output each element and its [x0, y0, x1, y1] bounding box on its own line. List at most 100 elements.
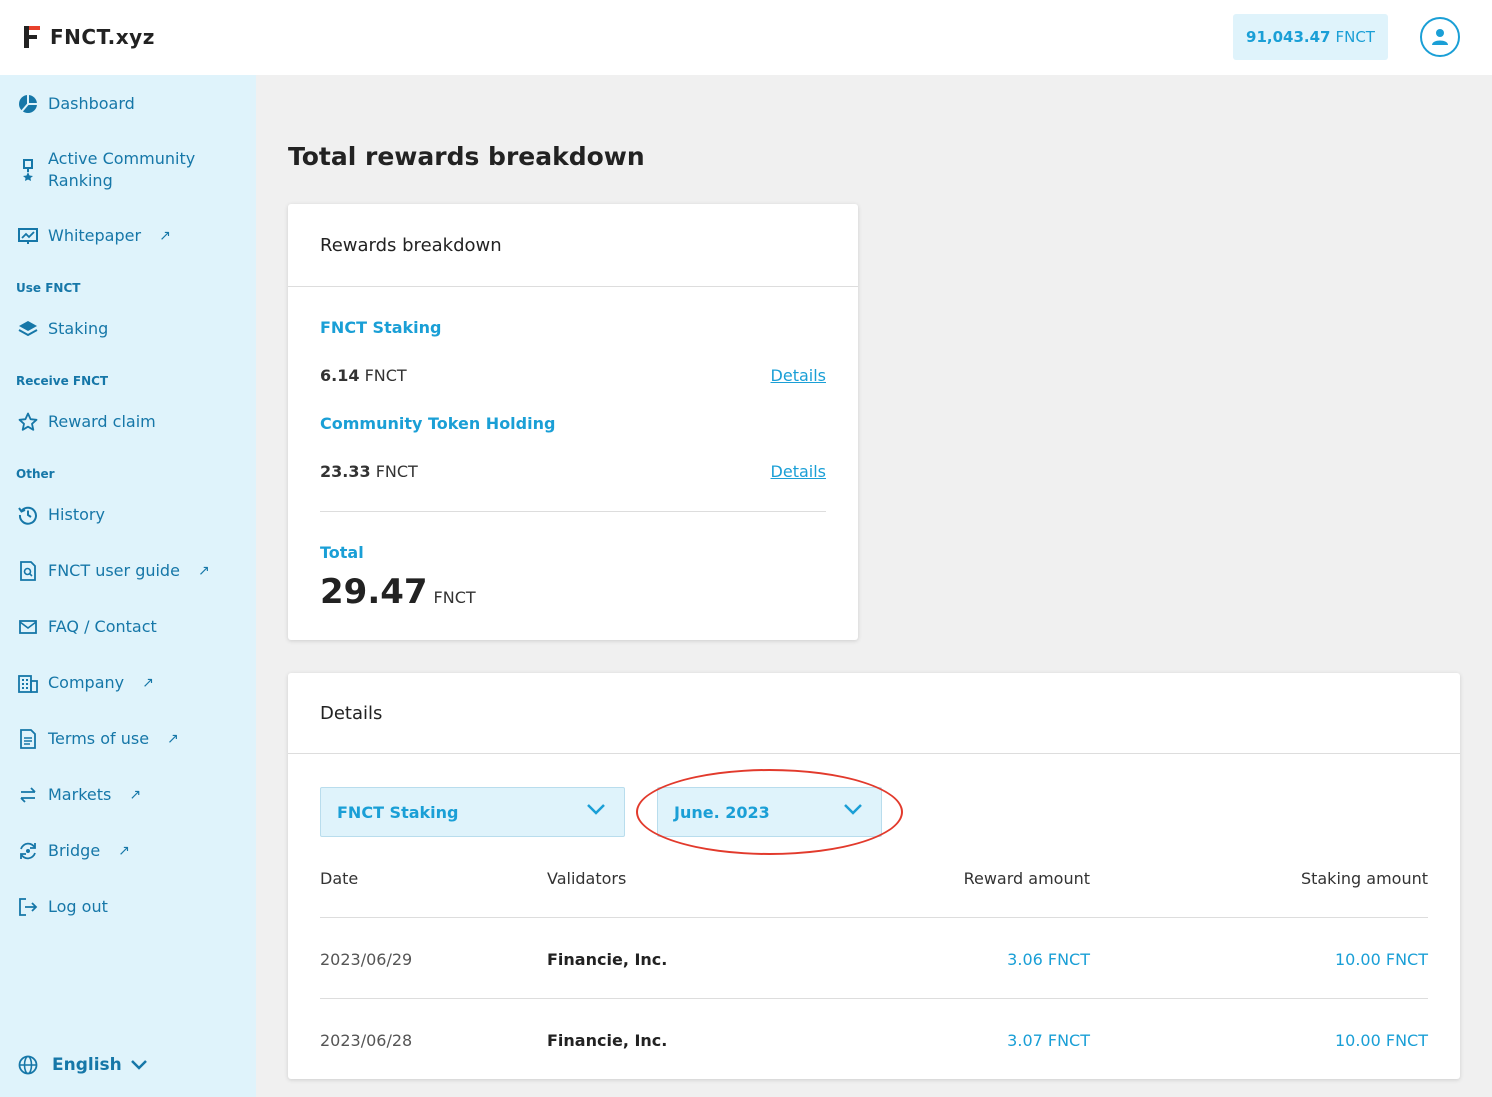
- external-link-icon: ↗: [129, 787, 142, 803]
- pie-chart-icon: [18, 93, 38, 115]
- sidebar-item-logout[interactable]: Log out: [18, 896, 108, 918]
- card-heading: Rewards breakdown: [288, 204, 858, 287]
- holding-amount: 23.33: [320, 462, 371, 481]
- user-icon: [1432, 29, 1448, 45]
- logout-icon: [18, 896, 38, 918]
- column-header-staking: Staking amount: [1300, 869, 1428, 888]
- staking-label: FNCT Staking: [320, 318, 442, 337]
- sidebar-item-label: Whitepaper: [48, 226, 142, 245]
- history-icon: [18, 504, 38, 526]
- document-icon: [18, 728, 38, 750]
- fnct-logo-icon: [24, 26, 40, 48]
- external-link-icon: ↗: [167, 731, 179, 747]
- sidebar-item-bridge[interactable]: Bridge ↗: [18, 840, 130, 862]
- row-staking: 10.00 FNCT: [1334, 1031, 1428, 1050]
- sidebar: Dashboard Active Community Ranking White…: [0, 75, 256, 1097]
- chevron-down-icon: [587, 804, 605, 815]
- sidebar-item-label: Markets: [48, 785, 112, 804]
- section-label-receive: Receive FNCT: [16, 374, 109, 388]
- table-divider: [320, 917, 1428, 918]
- sidebar-item-history[interactable]: History: [18, 504, 105, 526]
- row-date: 2023/06/29: [320, 950, 413, 969]
- globe-icon: [18, 1055, 38, 1075]
- sidebar-item-company[interactable]: Company ↗: [18, 672, 154, 694]
- layers-icon: [18, 318, 38, 340]
- sidebar-item-whitepaper[interactable]: Whitepaper ↗: [18, 225, 171, 247]
- column-header-reward: Reward amount: [963, 869, 1090, 888]
- total-amount: 29.47: [320, 572, 428, 612]
- reward-type-select[interactable]: FNCT Staking: [320, 787, 625, 837]
- sidebar-item-label: Active Community Ranking: [48, 148, 195, 192]
- star-icon: [18, 411, 38, 433]
- month-value: June. 2023: [674, 802, 770, 822]
- mail-icon: [18, 616, 38, 638]
- month-select[interactable]: June. 2023: [657, 787, 882, 837]
- staking-details-link[interactable]: Details: [771, 366, 826, 385]
- row-staking: 10.00 FNCT: [1334, 950, 1428, 969]
- holding-details-link[interactable]: Details: [771, 462, 826, 481]
- row-reward: 3.06 FNCT: [1007, 950, 1090, 969]
- ranking-label-line2: Ranking: [48, 171, 113, 190]
- rewards-breakdown-card: Rewards breakdown FNCT Staking 6.14 FNCT…: [288, 204, 858, 640]
- total-unit: FNCT: [433, 588, 476, 607]
- external-link-icon: ↗: [142, 675, 154, 691]
- sidebar-item-staking[interactable]: Staking: [18, 318, 108, 340]
- sidebar-item-label: Dashboard: [48, 94, 135, 113]
- section-label-use: Use FNCT: [16, 281, 81, 295]
- row-reward: 3.07 FNCT: [1007, 1031, 1090, 1050]
- brand-name: FNCT.xyz: [50, 25, 155, 49]
- row-validator: Financie, Inc.: [547, 950, 668, 969]
- external-link-icon: ↗: [197, 563, 210, 579]
- row-date: 2023/06/28: [320, 1031, 413, 1050]
- sidebar-item-dashboard[interactable]: Dashboard: [18, 93, 135, 115]
- document-search-icon: [18, 560, 38, 582]
- user-avatar-button[interactable]: [1420, 17, 1460, 57]
- sidebar-item-label: Reward claim: [48, 412, 156, 431]
- sidebar-item-label: FNCT user guide: [48, 561, 180, 580]
- balance-value: 91,043.47: [1246, 28, 1331, 46]
- staking-value: 6.14 FNCT: [320, 366, 407, 385]
- chevron-down-icon: [130, 1060, 147, 1070]
- balance-unit: FNCT: [1335, 28, 1375, 46]
- sidebar-item-faq[interactable]: FAQ / Contact: [18, 616, 157, 638]
- column-header-validators: Validators: [547, 869, 627, 888]
- row-validator: Financie, Inc.: [547, 1031, 668, 1050]
- language-selector[interactable]: English: [18, 1055, 148, 1075]
- sidebar-item-label: FAQ / Contact: [48, 617, 157, 636]
- details-card: Details FNCT Staking June. 2023 Date Val…: [288, 673, 1460, 1079]
- swap-arrows-icon: [18, 784, 38, 806]
- sidebar-item-label: Staking: [48, 319, 109, 338]
- reward-type-value: FNCT Staking: [337, 802, 459, 822]
- sidebar-item-terms[interactable]: Terms of use ↗: [18, 728, 179, 750]
- sidebar-item-label: History: [48, 505, 105, 524]
- building-icon: [18, 672, 38, 694]
- top-header: FNCT.xyz 91,043.47 FNCT: [0, 0, 1492, 75]
- medal-icon: [18, 148, 38, 192]
- sidebar-item-label: Log out: [48, 897, 108, 916]
- external-link-icon: ↗: [118, 843, 130, 859]
- sidebar-item-ranking[interactable]: Active Community Ranking: [18, 148, 195, 192]
- sidebar-item-user-guide[interactable]: FNCT user guide ↗: [18, 560, 210, 582]
- sidebar-item-label: Terms of use: [48, 729, 150, 748]
- ranking-label-line1: Active Community: [48, 149, 196, 168]
- card-heading: Details: [288, 673, 1460, 754]
- section-label-other: Other: [16, 467, 55, 481]
- bridge-refresh-icon: [18, 840, 38, 862]
- sidebar-item-reward-claim[interactable]: Reward claim: [18, 411, 156, 433]
- brand-logo[interactable]: FNCT.xyz: [24, 25, 155, 49]
- page-title: Total rewards breakdown: [288, 142, 645, 171]
- divider: [320, 511, 826, 512]
- total-value: 29.47 FNCT: [320, 572, 476, 612]
- external-link-icon: ↗: [159, 228, 171, 244]
- holding-unit: FNCT: [375, 462, 418, 481]
- sidebar-item-label: Company: [48, 673, 125, 692]
- column-header-date: Date: [320, 869, 359, 888]
- sidebar-item-markets[interactable]: Markets ↗: [18, 784, 141, 806]
- holding-value: 23.33 FNCT: [320, 462, 418, 481]
- chevron-down-icon: [844, 804, 862, 815]
- language-label: English: [52, 1055, 122, 1075]
- balance-badge[interactable]: 91,043.47 FNCT: [1233, 14, 1388, 60]
- staking-unit: FNCT: [364, 366, 407, 385]
- staking-amount: 6.14: [320, 366, 360, 385]
- total-label: Total: [320, 543, 364, 562]
